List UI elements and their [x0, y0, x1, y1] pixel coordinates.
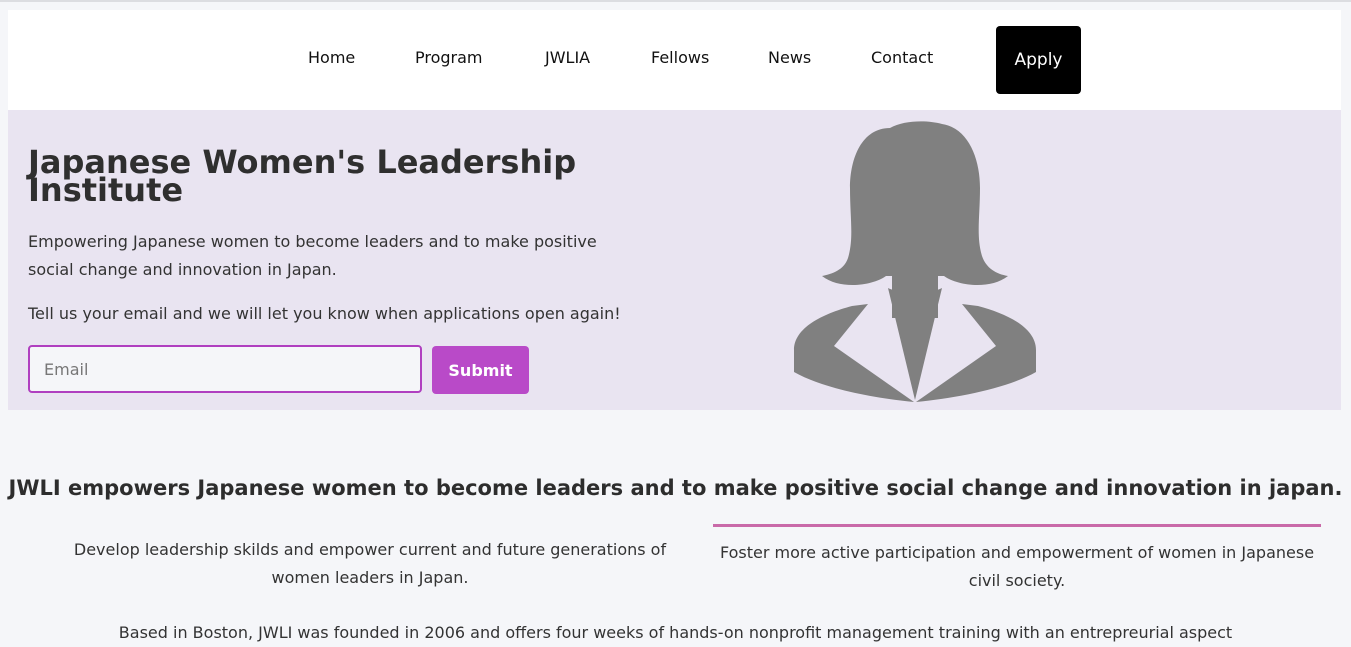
submit-button[interactable]: Submit [432, 346, 529, 394]
email-input[interactable] [28, 345, 422, 393]
nav-jwlia-link[interactable]: JWLIA [545, 48, 590, 67]
woman-silhouette-icon [794, 121, 1036, 402]
nav-news-link[interactable]: News [768, 48, 811, 67]
apply-button[interactable]: Apply [996, 26, 1081, 94]
nav-program-link[interactable]: Program [415, 48, 483, 67]
nav-home-link[interactable]: Home [308, 48, 355, 67]
hero-section: Japanese Women's Leadership Institute Em… [8, 110, 1341, 410]
nav-fellows-link[interactable]: Fellows [651, 48, 709, 67]
about-text: Based in Boston, JWLI was founded in 200… [118, 623, 1233, 642]
goal-divider [713, 524, 1321, 527]
goal-leadership: Develop leadership skilds and empower cu… [73, 540, 667, 587]
hero-email-prompt: Tell us your email and we will let you k… [28, 304, 621, 323]
mission-headline: JWLI empowers Japanese women to become l… [8, 476, 1343, 500]
goal-participation: Foster more active participation and emp… [719, 543, 1315, 590]
hero-title: Japanese Women's Leadership Institute [28, 143, 577, 209]
nav-contact-link[interactable]: Contact [871, 48, 933, 67]
top-border [0, 0, 1351, 2]
hero-description: Empowering Japanese women to become lead… [28, 232, 597, 279]
navbar: Home Program JWLIA Fellows News Contact … [8, 10, 1341, 110]
